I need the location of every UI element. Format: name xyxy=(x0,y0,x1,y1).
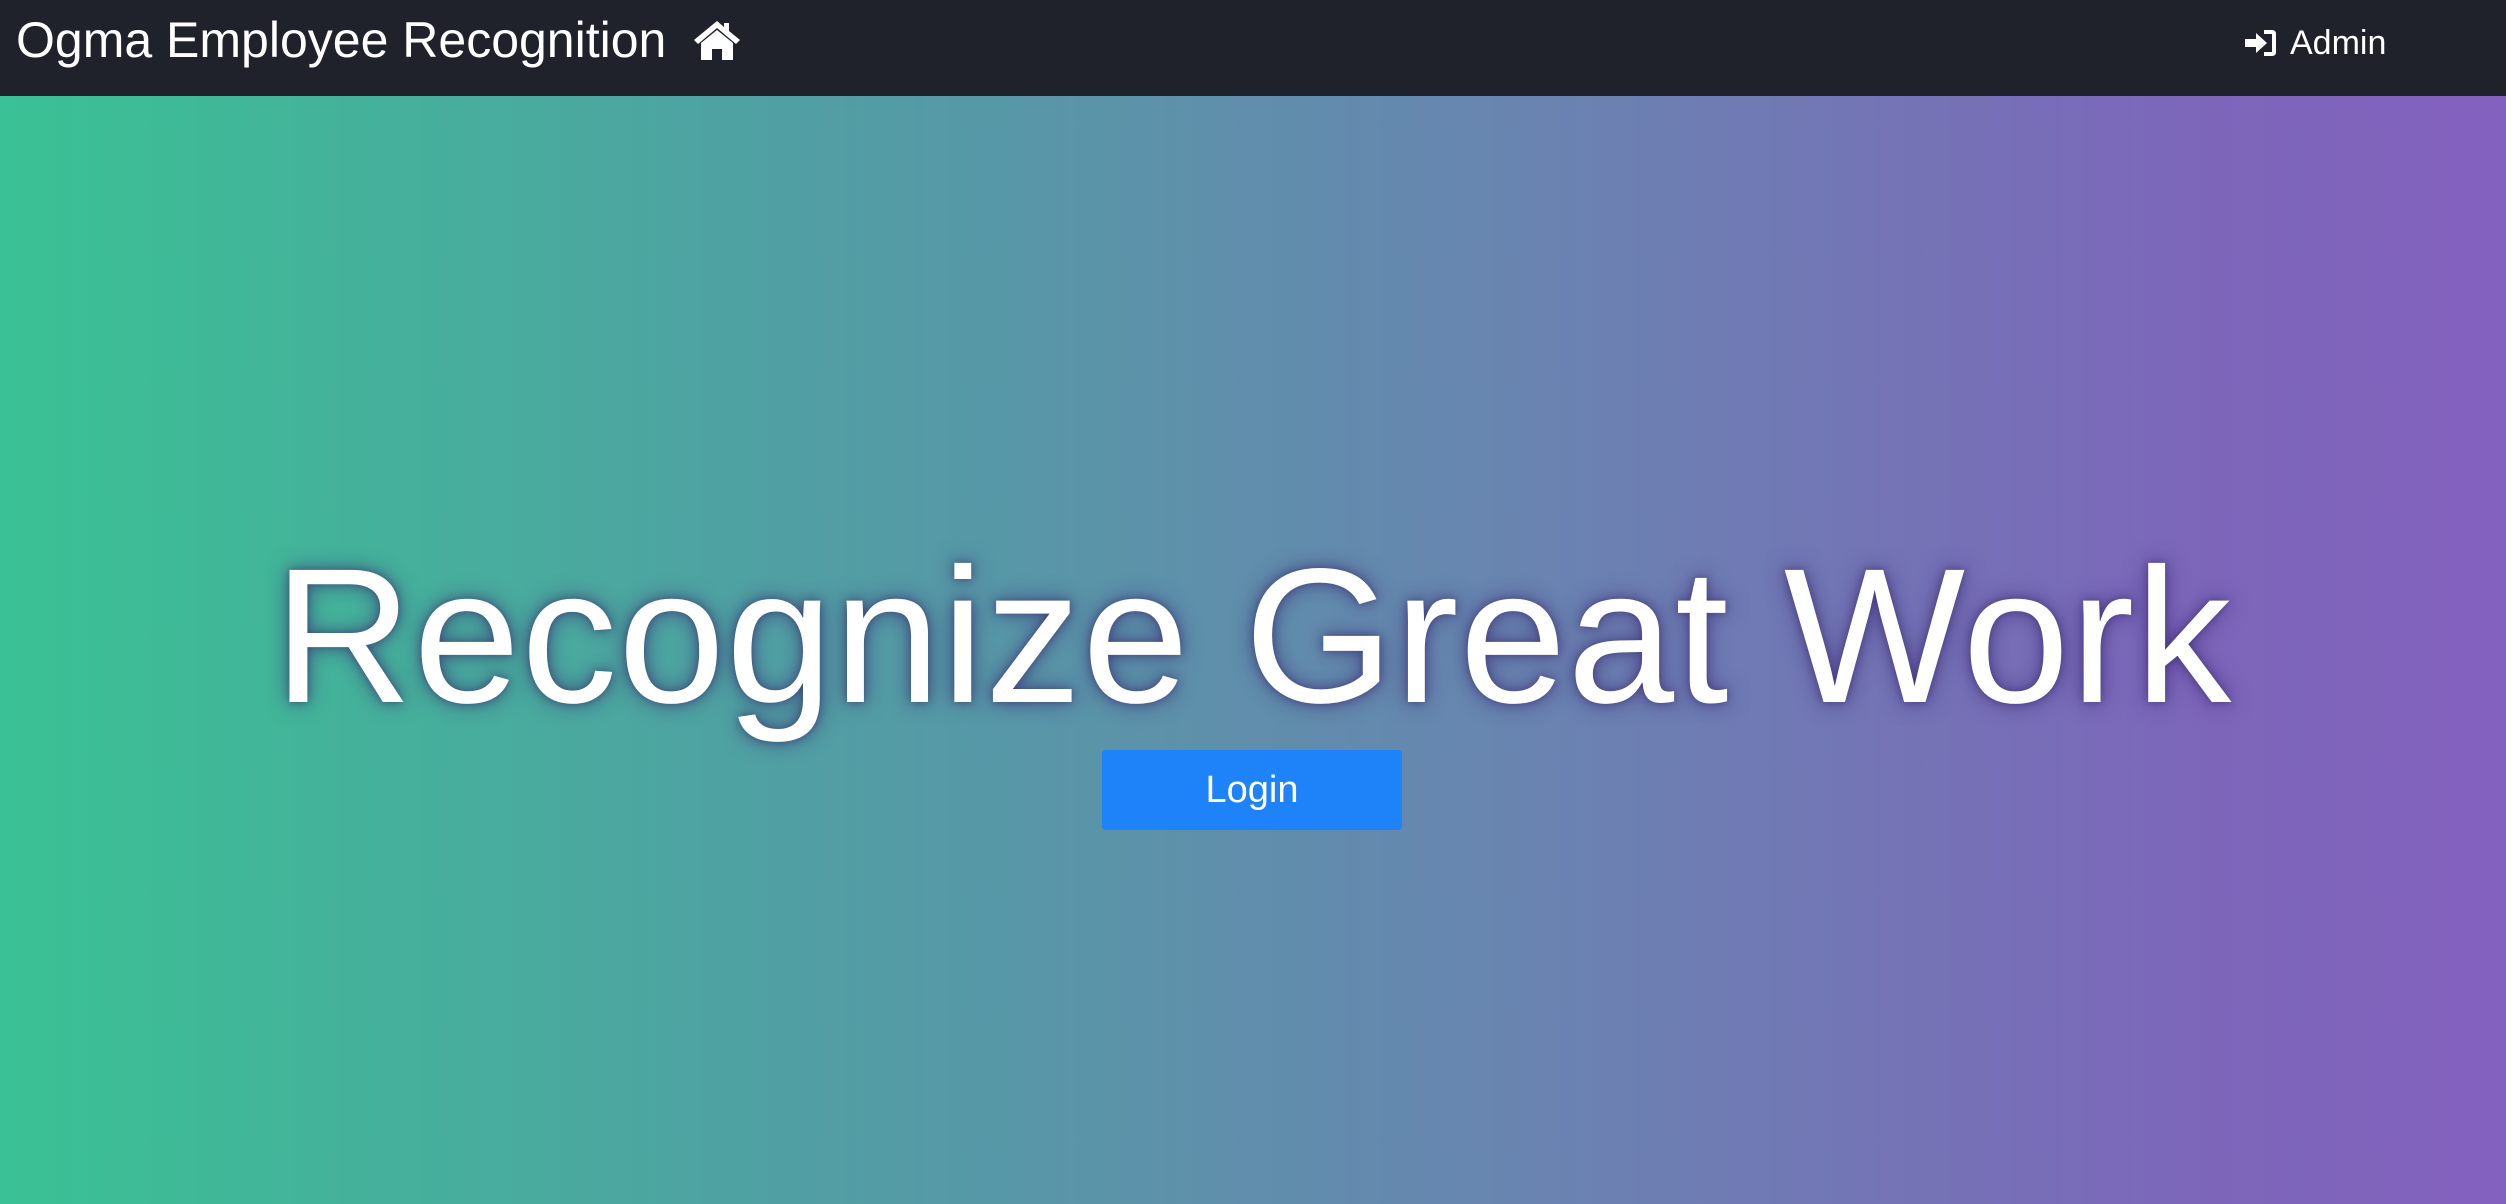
brand-title: Ogma Employee Recognition xyxy=(16,12,667,68)
hero-section: Recognize Great Work Login xyxy=(0,96,2506,1204)
admin-login-link[interactable]: Admin xyxy=(2244,0,2386,86)
brand-link[interactable]: Ogma Employee Recognition xyxy=(16,0,742,80)
login-button[interactable]: Login xyxy=(1102,750,1402,830)
admin-label: Admin xyxy=(2290,23,2387,62)
top-navbar: Ogma Employee Recognition Admin xyxy=(0,0,2506,96)
sign-in-icon xyxy=(2245,30,2276,56)
hero-title: Recognize Great Work xyxy=(273,528,2233,743)
home-icon xyxy=(694,21,741,60)
